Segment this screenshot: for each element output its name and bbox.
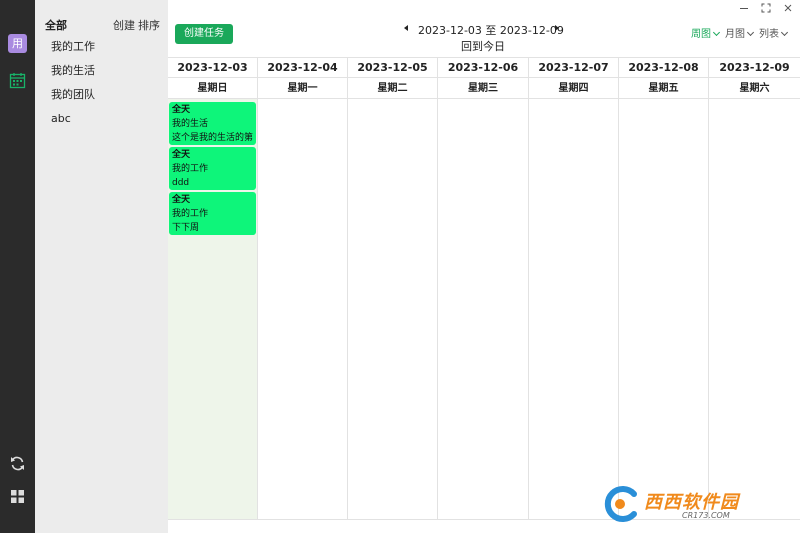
event-card[interactable]: 全天 我的工作 下下周 bbox=[169, 192, 256, 235]
next-week-icon[interactable] bbox=[555, 25, 559, 31]
day-column[interactable]: 2023-12-07 星期四 bbox=[529, 57, 619, 520]
event-card[interactable]: 全天我的工作 ddd bbox=[169, 147, 256, 190]
left-rail: 用 bbox=[0, 0, 35, 533]
maximize-icon[interactable] bbox=[761, 3, 771, 13]
event-category: 我的生活 bbox=[172, 119, 209, 129]
week-view-dropdown[interactable]: 周图 bbox=[691, 25, 721, 40]
day-date-header: 2023-12-09 bbox=[709, 57, 800, 78]
event-title: ddd bbox=[172, 178, 190, 188]
watermark-c-icon bbox=[604, 486, 637, 522]
day-column[interactable]: 2023-12-08 星期五 bbox=[619, 57, 709, 520]
day-weekday-header: 星期一 bbox=[258, 78, 347, 99]
sort-button[interactable]: 排序 bbox=[138, 17, 160, 33]
day-body[interactable] bbox=[529, 99, 618, 520]
event-category: 我的工作 bbox=[172, 209, 209, 219]
week-grid: 2023-12-03 星期日 全天 我的生活 这个是我的生活的第 全天 我的工作 ddd 全天我… bbox=[168, 57, 800, 520]
chevron-down-icon bbox=[746, 28, 755, 37]
day-column[interactable]: 2023-12-04 星期一 bbox=[258, 57, 348, 520]
event-card[interactable]: 全天我的生活这个是我的生活的第 bbox=[169, 102, 256, 145]
calendar-app: 用 全部 创建 排序 我的工作 我的生活 我的团队 abc 创建任务 2023-… bbox=[0, 0, 800, 533]
minimize-icon[interactable] bbox=[739, 3, 749, 13]
create-category-button[interactable]: 创建 bbox=[113, 17, 135, 33]
chevron-down-icon bbox=[780, 28, 789, 37]
panel-title-all[interactable]: 全部 bbox=[45, 17, 67, 33]
category-item[interactable]: abc bbox=[35, 108, 168, 132]
day-date-header: 2023-12-05 bbox=[348, 57, 437, 78]
day-body[interactable] bbox=[438, 99, 528, 520]
create-task-button[interactable]: 创建任务 bbox=[175, 24, 233, 44]
month-view-dropdown[interactable]: 月图 bbox=[725, 25, 755, 40]
day-weekday-header: 星期三 bbox=[438, 78, 528, 99]
close-icon[interactable] bbox=[783, 3, 793, 13]
event-allday-label: 全天 bbox=[172, 195, 191, 205]
apps-grid-icon[interactable] bbox=[9, 488, 26, 505]
list-view-label: 列表 bbox=[759, 29, 779, 40]
chevron-down-icon bbox=[712, 28, 721, 37]
day-column[interactable]: 2023-12-03 星期日 全天 我的生活 这个是我的生活的第 全天 我的工作 ddd 全天我… bbox=[168, 57, 258, 520]
week-view-label: 周图 bbox=[691, 29, 711, 40]
day-date-header: 2023-12-03 bbox=[168, 57, 257, 78]
day-body[interactable] bbox=[348, 99, 437, 520]
day-body[interactable]: 全天 我的生活 这个是我的生活的第 全天 我的工作 ddd 全天 我的工作 下下周 bbox=[168, 99, 257, 520]
watermark-logo: 西西软件园 CR173.COM bbox=[600, 484, 780, 524]
event-title: 下下周 bbox=[172, 223, 200, 233]
sync-icon[interactable] bbox=[9, 455, 26, 472]
day-weekday-header: 星期日 bbox=[168, 78, 257, 99]
user-avatar[interactable]: 用 bbox=[8, 34, 27, 53]
day-body[interactable] bbox=[258, 99, 347, 520]
day-weekday-header: 星期四 bbox=[529, 78, 618, 99]
event-title: 这个是我的生活的第 bbox=[172, 133, 253, 143]
back-to-today-button[interactable]: 回到今日 bbox=[461, 38, 505, 54]
event-allday-label: 全天 bbox=[172, 105, 191, 115]
category-list: 我的工作 我的生活 我的团队 abc bbox=[35, 36, 168, 132]
day-weekday-header: 星期五 bbox=[619, 78, 708, 99]
panel-header: 全部 创建 排序 bbox=[35, 17, 168, 33]
category-item[interactable]: 我的工作 bbox=[35, 36, 168, 60]
category-panel: 全部 创建 排序 我的工作 我的生活 我的团队 abc bbox=[35, 0, 168, 533]
day-body[interactable] bbox=[709, 99, 800, 520]
watermark-sub: CR173.COM bbox=[682, 511, 730, 520]
list-view-dropdown[interactable]: 列表 bbox=[759, 25, 789, 40]
prev-week-icon[interactable] bbox=[404, 25, 408, 31]
category-item[interactable]: 我的团队 bbox=[35, 84, 168, 108]
day-date-header: 2023-12-07 bbox=[529, 57, 618, 78]
day-column[interactable]: 2023-12-06 星期三 bbox=[438, 57, 529, 520]
category-item[interactable]: 我的生活 bbox=[35, 60, 168, 84]
month-view-label: 月图 bbox=[725, 29, 745, 40]
day-column[interactable]: 2023-12-09 星期六 bbox=[709, 57, 800, 520]
day-weekday-header: 星期二 bbox=[348, 78, 437, 99]
calendar-icon[interactable] bbox=[9, 72, 26, 89]
day-weekday-header: 星期六 bbox=[709, 78, 800, 99]
event-category: 我的工作 bbox=[172, 164, 209, 174]
day-column[interactable]: 2023-12-05 星期二 bbox=[348, 57, 438, 520]
day-date-header: 2023-12-08 bbox=[619, 57, 708, 78]
date-range-text: 2023-12-03 至 2023-12-09 bbox=[418, 24, 564, 37]
event-allday-label: 全天 bbox=[172, 150, 191, 160]
day-date-header: 2023-12-04 bbox=[258, 57, 347, 78]
date-range-nav: 2023-12-03 至 2023-12-09 bbox=[400, 22, 565, 37]
day-date-header: 2023-12-06 bbox=[438, 57, 528, 78]
day-body[interactable] bbox=[619, 99, 708, 520]
